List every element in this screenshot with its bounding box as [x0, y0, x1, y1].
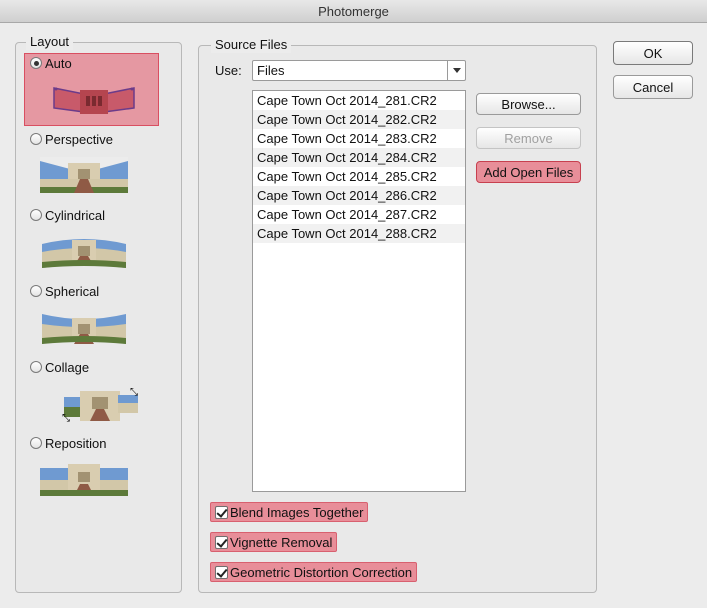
svg-text:⤡: ⤡ [62, 413, 70, 423]
use-select[interactable]: Files [252, 60, 466, 81]
use-label: Use: [215, 63, 242, 78]
radio-collage-button[interactable] [30, 361, 42, 373]
use-select-value: Files [257, 63, 285, 78]
vignette-removal-label: Vignette Removal [230, 534, 333, 550]
blend-images-label: Blend Images Together [230, 504, 364, 520]
list-item[interactable]: Cape Town Oct 2014_285.CR2 [253, 167, 465, 186]
radio-collage-label: Collage [45, 359, 90, 375]
radio-spherical[interactable]: Spherical [30, 282, 99, 300]
geometric-distortion-label: Geometric Distortion Correction [230, 564, 413, 580]
browse-button[interactable]: Browse... [476, 93, 581, 115]
ok-button[interactable]: OK [613, 41, 693, 65]
list-item[interactable]: Cape Town Oct 2014_282.CR2 [253, 110, 465, 129]
list-item[interactable]: Cape Town Oct 2014_288.CR2 [253, 224, 465, 243]
radio-perspective-label: Perspective [45, 131, 113, 147]
auto-preview-thumbnail [53, 87, 135, 114]
radio-auto[interactable]: Auto [30, 54, 72, 72]
collage-preview-thumbnail: ⤡ ⤡ [62, 387, 138, 423]
radio-auto-label: Auto [45, 55, 72, 71]
list-item[interactable]: Cape Town Oct 2014_284.CR2 [253, 148, 465, 167]
cylindrical-preview-thumbnail [42, 239, 126, 268]
add-open-files-button[interactable]: Add Open Files [476, 161, 581, 183]
window-title: Photomerge [0, 0, 707, 23]
source-files-legend: Source Files [211, 37, 292, 53]
geometric-distortion-checkbox[interactable] [215, 565, 228, 579]
list-item[interactable]: Cape Town Oct 2014_286.CR2 [253, 186, 465, 205]
radio-reposition[interactable]: Reposition [30, 434, 106, 452]
spherical-preview-thumbnail [42, 314, 126, 344]
layout-legend: Layout [26, 34, 74, 50]
chevron-down-icon[interactable] [447, 61, 465, 80]
cancel-button[interactable]: Cancel [613, 75, 693, 99]
radio-reposition-button[interactable] [30, 437, 42, 449]
list-item[interactable]: Cape Town Oct 2014_281.CR2 [253, 91, 465, 110]
radio-cylindrical[interactable]: Cylindrical [30, 206, 105, 224]
blend-images-checkbox[interactable] [215, 505, 228, 519]
radio-spherical-label: Spherical [45, 283, 100, 299]
vignette-removal-checkbox[interactable] [215, 535, 228, 549]
svg-text:⤡: ⤡ [130, 387, 138, 398]
file-list[interactable]: Cape Town Oct 2014_281.CR2 Cape Town Oct… [252, 90, 466, 492]
radio-perspective-button[interactable] [30, 133, 42, 145]
perspective-preview-thumbnail [40, 157, 128, 193]
remove-button[interactable]: Remove [476, 127, 581, 149]
list-item[interactable]: Cape Town Oct 2014_283.CR2 [253, 129, 465, 148]
radio-reposition-label: Reposition [45, 435, 107, 451]
radio-auto-button[interactable] [30, 57, 42, 69]
radio-collage[interactable]: Collage [30, 358, 89, 376]
list-item[interactable]: Cape Town Oct 2014_287.CR2 [253, 205, 465, 224]
radio-cylindrical-label: Cylindrical [45, 207, 105, 223]
radio-spherical-button[interactable] [30, 285, 42, 297]
reposition-preview-thumbnail [40, 464, 128, 496]
blend-images-option[interactable]: Blend Images Together [210, 502, 369, 522]
radio-cylindrical-button[interactable] [30, 209, 42, 221]
vignette-removal-option[interactable]: Vignette Removal [210, 532, 338, 552]
radio-perspective[interactable]: Perspective [30, 130, 113, 148]
geometric-distortion-option[interactable]: Geometric Distortion Correction [210, 562, 418, 582]
